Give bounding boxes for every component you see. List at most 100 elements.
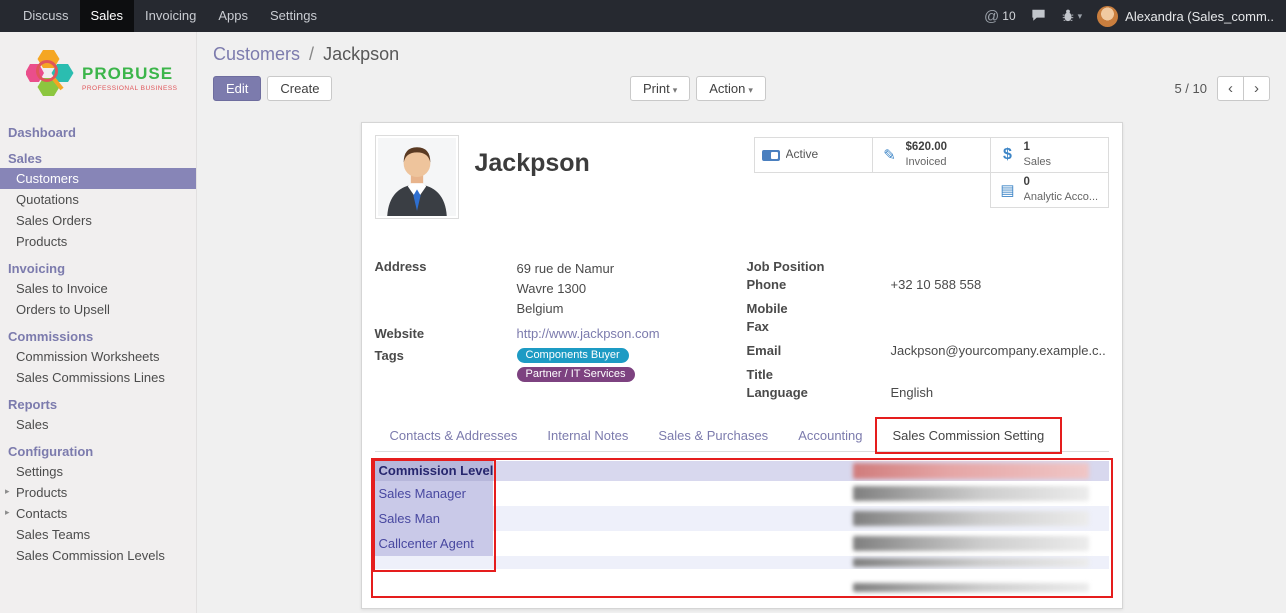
caret-down-icon: ▾ bbox=[673, 85, 678, 95]
app-menu-discuss[interactable]: Discuss bbox=[12, 0, 80, 32]
tab-internal-notes[interactable]: Internal Notes bbox=[532, 420, 643, 451]
stat-button-text: $620.00Invoiced bbox=[906, 140, 948, 169]
sidebar-item-sales-commission-levels[interactable]: Sales Commission Levels bbox=[0, 545, 196, 566]
sidebar-heading-dashboard[interactable]: Dashboard bbox=[0, 123, 196, 142]
stat-value: 0 bbox=[1024, 175, 1099, 190]
tag-components-buyer[interactable]: Components Buyer bbox=[517, 348, 629, 363]
sidebar-item-settings[interactable]: Settings bbox=[0, 461, 196, 482]
debug-menu[interactable]: ▾ bbox=[1061, 8, 1083, 25]
breadcrumb-current: Jackpson bbox=[323, 44, 399, 64]
sidebar-item-sales-teams[interactable]: Sales Teams bbox=[0, 524, 196, 545]
tab-sales-commission-setting[interactable]: Sales Commission Setting bbox=[878, 420, 1060, 451]
sidebar-heading-reports[interactable]: Reports bbox=[0, 395, 196, 414]
commission-level-cell[interactable]: Sales Manager bbox=[375, 481, 493, 506]
empty-table-row bbox=[375, 569, 1109, 581]
buttons-row: Edit Create Print▾ Action▾ 5 / 10 ‹ › bbox=[213, 76, 1270, 106]
create-button[interactable]: Create bbox=[267, 76, 332, 101]
sidebar-heading-invoicing[interactable]: Invoicing bbox=[0, 259, 196, 278]
sidebar-item-sales[interactable]: Sales bbox=[0, 414, 196, 435]
tab-accounting[interactable]: Accounting bbox=[783, 420, 877, 451]
field-value-email[interactable]: Jackpson@yourcompany.example.c.. bbox=[891, 343, 1106, 359]
stat-label: Active bbox=[786, 147, 819, 163]
customer-name: Jackpson bbox=[475, 149, 590, 178]
redacted-header-content bbox=[853, 463, 1089, 479]
sidebar-item-label: Sales Commission Levels bbox=[16, 548, 165, 563]
tag-partner-it-services[interactable]: Partner / IT Services bbox=[517, 367, 635, 382]
sidebar-item-sales-to-invoice[interactable]: Sales to Invoice bbox=[0, 278, 196, 299]
pager-previous-button[interactable]: ‹ bbox=[1217, 76, 1244, 101]
sidebar-heading-configuration[interactable]: Configuration bbox=[0, 442, 196, 461]
sidebar-heading-sales[interactable]: Sales bbox=[0, 149, 196, 168]
user-menu[interactable]: Alexandra (Sales_comm.. bbox=[1097, 6, 1274, 27]
stat-button-invoiced[interactable]: ✎ $620.00Invoiced bbox=[872, 137, 991, 173]
action-buttons: Print▾ Action▾ bbox=[630, 76, 766, 101]
table-row[interactable]: Sales Man bbox=[375, 506, 1109, 531]
app-menu-apps[interactable]: Apps bbox=[207, 0, 259, 32]
customer-photo[interactable] bbox=[375, 135, 459, 219]
stat-button-sales[interactable]: $1Sales bbox=[990, 137, 1109, 173]
sidebar-item-products[interactable]: ▸Products bbox=[0, 482, 196, 503]
company-logo[interactable]: PROBUSE PROFESSIONAL BUSINESS bbox=[0, 32, 196, 121]
mentions-counter[interactable]: @ 10 bbox=[984, 8, 1016, 25]
field-label-job-position: Job Position bbox=[747, 259, 891, 275]
toggle-icon bbox=[762, 150, 780, 161]
action-dropdown[interactable]: Action▾ bbox=[696, 76, 766, 101]
sheet-header: Jackpson Active ✎ $620.00Invoiced $1Sales▤0… bbox=[375, 135, 1109, 235]
field-value-language: English bbox=[891, 385, 934, 401]
commission-level-cell[interactable]: Callcenter Agent bbox=[375, 531, 493, 556]
pager-next-button[interactable]: › bbox=[1243, 76, 1270, 101]
table-row[interactable]: Callcenter Agent bbox=[375, 531, 1109, 556]
table-header-row: Commission Level bbox=[375, 461, 1109, 481]
pager: 5 / 10 ‹ › bbox=[1174, 76, 1270, 101]
website-link[interactable]: http://www.jackpson.com bbox=[517, 326, 660, 341]
sidebar-item-sales-commissions-lines[interactable]: Sales Commissions Lines bbox=[0, 367, 196, 388]
sidebar-item-orders-to-upsell[interactable]: Orders to Upsell bbox=[0, 299, 196, 320]
sidebar-item-label: Commission Worksheets bbox=[16, 349, 160, 364]
sidebar-item-label: Customers bbox=[16, 171, 79, 186]
stat-label: Invoiced bbox=[906, 155, 948, 169]
caret-right-icon: ▸ bbox=[5, 507, 10, 518]
sidebar-item-label: Contacts bbox=[16, 506, 67, 521]
website-label: Website bbox=[375, 326, 517, 341]
sidebar-item-commission-worksheets[interactable]: Commission Worksheets bbox=[0, 346, 196, 367]
address-value: 69 rue de NamurWavre 1300Belgium bbox=[517, 259, 615, 319]
fields-right-column: Job PositionPhone+32 10 588 558MobileFax… bbox=[747, 259, 1109, 403]
sidebar-item-label: Products bbox=[16, 485, 67, 500]
topbar-right: @ 10 ▾ Alexandra (Sales_comm.. bbox=[984, 0, 1286, 32]
messages-menu[interactable] bbox=[1031, 8, 1046, 25]
field-value-phone: +32 10 588 558 bbox=[891, 277, 982, 293]
address-line: Wavre 1300 bbox=[517, 279, 615, 299]
redacted-cell-content bbox=[853, 511, 1089, 526]
fields-area: Address 69 rue de NamurWavre 1300Belgium… bbox=[375, 259, 1109, 403]
breadcrumb-customers-link[interactable]: Customers bbox=[213, 44, 300, 64]
stat-button-active[interactable]: Active bbox=[754, 137, 873, 173]
sidebar-item-label: Reports bbox=[8, 397, 57, 412]
redacted-cell-content bbox=[853, 486, 1089, 501]
topbar-apps: DiscussSalesInvoicingAppsSettings bbox=[0, 0, 328, 32]
app-menu-sales[interactable]: Sales bbox=[80, 0, 135, 32]
commission-level-column-header[interactable]: Commission Level bbox=[375, 461, 493, 481]
edit-button[interactable]: Edit bbox=[213, 76, 261, 101]
print-dropdown[interactable]: Print▾ bbox=[630, 76, 690, 101]
sidebar-item-contacts[interactable]: ▸ Contacts bbox=[0, 503, 196, 524]
table-row[interactable]: Sales Manager bbox=[375, 481, 1109, 506]
dollar-icon: $ bbox=[998, 146, 1018, 164]
sidebar-item-sales-orders[interactable]: Sales Orders bbox=[0, 210, 196, 231]
sidebar-heading-commissions[interactable]: Commissions bbox=[0, 327, 196, 346]
address-line: 69 rue de Namur bbox=[517, 259, 615, 279]
tab-contacts-addresses[interactable]: Contacts & Addresses bbox=[375, 420, 533, 451]
sidebar-item-label: Sales Orders bbox=[16, 213, 92, 228]
sidebar-item-quotations[interactable]: Quotations bbox=[0, 189, 196, 210]
sidebar-item-customers[interactable]: Customers bbox=[0, 168, 196, 189]
sidebar-item-products[interactable]: Products bbox=[0, 231, 196, 252]
address-line: Belgium bbox=[517, 299, 615, 319]
stat-button-analytic-acco[interactable]: ▤0Analytic Acco... bbox=[990, 172, 1109, 208]
tab-sales-purchases[interactable]: Sales & Purchases bbox=[643, 420, 783, 451]
pencil-icon: ✎ bbox=[880, 146, 900, 164]
probuse-logo-icon bbox=[26, 46, 78, 109]
app-menu-settings[interactable]: Settings bbox=[259, 0, 328, 32]
app-menu-invoicing[interactable]: Invoicing bbox=[134, 0, 207, 32]
field-label-language: Language bbox=[747, 385, 891, 401]
caret-down-icon: ▾ bbox=[1078, 11, 1083, 22]
commission-level-cell[interactable]: Sales Man bbox=[375, 506, 493, 531]
